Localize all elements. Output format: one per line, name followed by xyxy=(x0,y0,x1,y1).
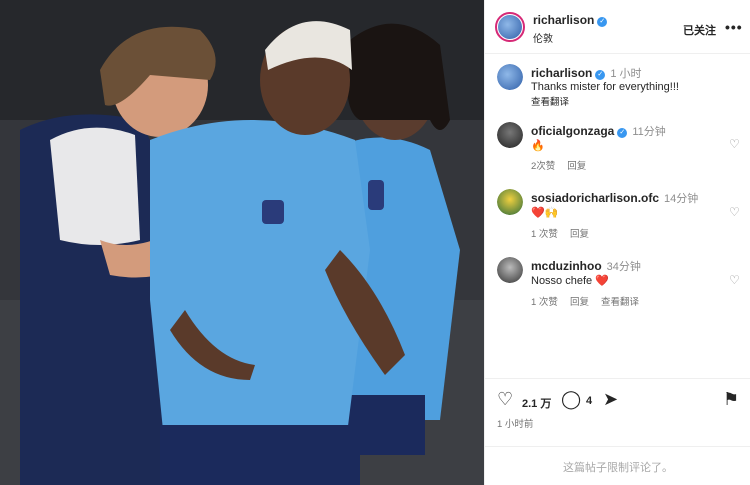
comment-like-heart-icon[interactable]: ♡ xyxy=(729,205,740,219)
verified-badge-icon: ✓ xyxy=(597,17,608,27)
verified-badge-icon: ✓ xyxy=(617,128,628,138)
comment-like-count[interactable]: 1 次赞 xyxy=(531,297,558,308)
caption-text: Thanks mister for everything!!! xyxy=(531,81,679,93)
comment-translate-link[interactable]: 查看翻译 xyxy=(601,297,639,308)
comment-meta: 2次赞 回复 xyxy=(531,158,598,172)
share-icon[interactable]: ➤ xyxy=(603,389,618,410)
comment-author-name[interactable]: mcduzinhoo xyxy=(531,259,602,273)
comment-bubble-icon[interactable]: ◯ xyxy=(561,389,581,410)
author-username[interactable]: richarlison ✓ xyxy=(533,13,608,27)
comments-limited-notice: 这篇帖子限制评论了。 xyxy=(485,446,750,485)
author-username-text[interactable]: richarlison xyxy=(533,13,594,27)
comment-avatar[interactable] xyxy=(497,122,523,148)
comment-avatar[interactable] xyxy=(497,189,523,215)
like-heart-icon[interactable]: ♡ xyxy=(497,389,513,410)
comment-author-name[interactable]: sosiadoricharlison.ofc xyxy=(531,191,659,205)
more-options-icon[interactable]: ••• xyxy=(725,19,743,35)
comment-reply-button[interactable]: 回复 xyxy=(567,161,586,172)
comment-text: 🔥 xyxy=(531,140,545,152)
caption-author: richarlison ✓ 1 小时 xyxy=(531,65,642,81)
comment-meta: 1 次赞 回复 查看翻译 xyxy=(531,294,651,308)
comment-count[interactable]: 4 xyxy=(586,395,592,407)
comment-author-name[interactable]: oficialgonzaga xyxy=(531,124,614,138)
comment-author: oficialgonzaga ✓ 11分钟 xyxy=(531,123,666,139)
caption-time: 1 小时 xyxy=(610,68,642,80)
post-location[interactable]: 伦敦 xyxy=(533,30,553,45)
post-timestamp: 1 小时前 xyxy=(497,419,534,430)
caption-author-name[interactable]: richarlison xyxy=(531,66,592,80)
comment-text: Nosso chefe ❤️ xyxy=(531,275,609,287)
comment-avatar[interactable] xyxy=(497,257,523,283)
comment-time: 34分钟 xyxy=(606,261,641,273)
author-avatar[interactable] xyxy=(495,12,525,42)
following-button[interactable]: 已关注 xyxy=(683,22,716,38)
comment-author: mcduzinhoo 34分钟 xyxy=(531,258,641,274)
comment-time: 14分钟 xyxy=(664,193,699,205)
comment-like-count[interactable]: 1 次赞 xyxy=(531,229,558,240)
comment-like-heart-icon[interactable]: ♡ xyxy=(729,137,740,151)
caption-translate-link[interactable]: 查看翻译 xyxy=(531,94,569,108)
post-detail-panel: richarlison ✓ 伦敦 已关注 ••• richarlison ✓ 1 小时… xyxy=(484,0,750,485)
comment-like-heart-icon[interactable]: ♡ xyxy=(729,273,740,287)
post-photo-illustration xyxy=(0,0,484,485)
comment-like-count[interactable]: 2次赞 xyxy=(531,161,555,172)
comment-reply-button[interactable]: 回复 xyxy=(570,229,589,240)
comment-text: ❤️🙌 xyxy=(531,207,559,219)
caption-avatar[interactable] xyxy=(497,64,523,90)
post-photo[interactable] xyxy=(0,0,484,485)
post-header: richarlison ✓ 伦敦 已关注 ••• xyxy=(485,0,750,54)
like-count[interactable]: 2.1 万 xyxy=(522,395,551,411)
comment-reply-button[interactable]: 回复 xyxy=(570,297,589,308)
verified-badge-icon: ✓ xyxy=(595,70,606,80)
bookmark-icon[interactable]: ⚑ xyxy=(723,389,739,410)
comment-time: 11分钟 xyxy=(632,126,666,138)
comment-author: sosiadoricharlison.ofc 14分钟 xyxy=(531,190,698,206)
comment-meta: 1 次赞 回复 xyxy=(531,226,601,240)
